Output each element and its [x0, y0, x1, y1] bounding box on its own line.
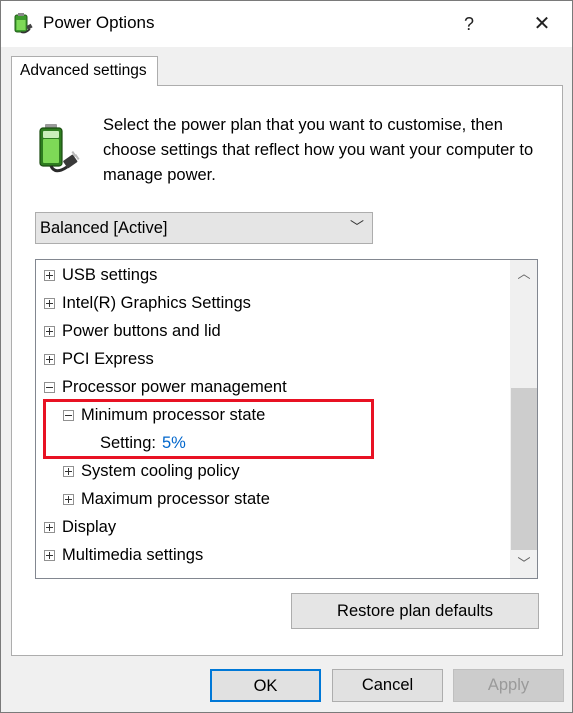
tree-item-usb-settings[interactable]: USB settings	[36, 261, 510, 289]
tree-item-label: PCI Express	[62, 350, 154, 368]
power-plan-value: Balanced [Active]	[40, 219, 168, 237]
ok-button[interactable]: OK	[210, 669, 321, 702]
expand-plus-icon[interactable]	[44, 326, 55, 337]
setting-row: Setting: 5%	[100, 429, 186, 457]
expand-plus-icon[interactable]	[44, 270, 55, 281]
tree-item-label: Power buttons and lid	[62, 322, 221, 340]
power-options-window: Power Options ? ✕ Advanced settings Sele…	[0, 0, 573, 713]
expand-plus-icon[interactable]	[44, 522, 55, 533]
tree-item-min-processor-state[interactable]: Minimum processor state	[36, 401, 510, 429]
collapse-minus-icon[interactable]	[63, 410, 74, 421]
tree-item-power-buttons[interactable]: Power buttons and lid	[36, 317, 510, 345]
scroll-up-arrow-icon[interactable]: ︿	[510, 260, 537, 288]
expand-plus-icon[interactable]	[44, 354, 55, 365]
tree-item-max-processor-state[interactable]: Maximum processor state	[36, 485, 510, 513]
tree-item-label: Multimedia settings	[62, 546, 204, 564]
apply-button[interactable]: Apply	[453, 669, 564, 702]
cancel-button[interactable]: Cancel	[332, 669, 443, 702]
battery-plug-icon	[39, 124, 80, 173]
tree-item-label: Maximum processor state	[81, 490, 270, 508]
expand-plus-icon[interactable]	[44, 298, 55, 309]
window-title: Power Options	[43, 13, 155, 32]
tree-item-intel-graphics[interactable]: Intel(R) Graphics Settings	[36, 289, 510, 317]
tree-item-pci-express[interactable]: PCI Express	[36, 345, 510, 373]
setting-label: Setting:	[100, 434, 156, 452]
collapse-minus-icon[interactable]	[44, 382, 55, 393]
settings-tree[interactable]: USB settings Intel(R) Graphics Settings …	[35, 259, 538, 579]
setting-value-link[interactable]: 5%	[162, 434, 186, 452]
power-plan-dropdown[interactable]: Balanced [Active] ﹀	[35, 212, 373, 244]
chevron-down-icon: ﹀	[350, 219, 364, 235]
plan-description: Select the power plan that you want to c…	[103, 116, 534, 184]
tab-advanced-settings[interactable]: Advanced settings	[11, 56, 158, 86]
tree-item-label: System cooling policy	[81, 462, 240, 480]
power-options-app-icon	[14, 13, 33, 34]
tree-scrollbar[interactable]: ︿ ﹀	[510, 260, 537, 578]
expand-plus-icon[interactable]	[63, 494, 74, 505]
expand-plus-icon[interactable]	[44, 550, 55, 561]
restore-plan-defaults-button[interactable]: Restore plan defaults	[291, 593, 539, 629]
scroll-down-arrow-icon[interactable]: ﹀	[510, 550, 537, 578]
help-button[interactable]: ?	[449, 7, 489, 41]
tree-item-label: Display	[62, 518, 117, 536]
scrollbar-thumb[interactable]	[511, 388, 537, 550]
tree-item-setting[interactable]: Setting: 5%	[36, 429, 510, 457]
tree-item-label: Intel(R) Graphics Settings	[62, 294, 251, 312]
title-bar[interactable]: Power Options ? ✕	[1, 1, 572, 47]
tree-item-multimedia[interactable]: Multimedia settings	[36, 541, 510, 569]
tree-item-label: Minimum processor state	[81, 406, 266, 424]
tree-item-label: Processor power management	[62, 378, 287, 396]
tree-item-display[interactable]: Display	[36, 513, 510, 541]
tree-item-label: USB settings	[62, 266, 158, 284]
close-button[interactable]: ✕	[520, 7, 564, 41]
tree-item-system-cooling[interactable]: System cooling policy	[36, 457, 510, 485]
tree-item-processor-power[interactable]: Processor power management	[36, 373, 510, 401]
expand-plus-icon[interactable]	[63, 466, 74, 477]
